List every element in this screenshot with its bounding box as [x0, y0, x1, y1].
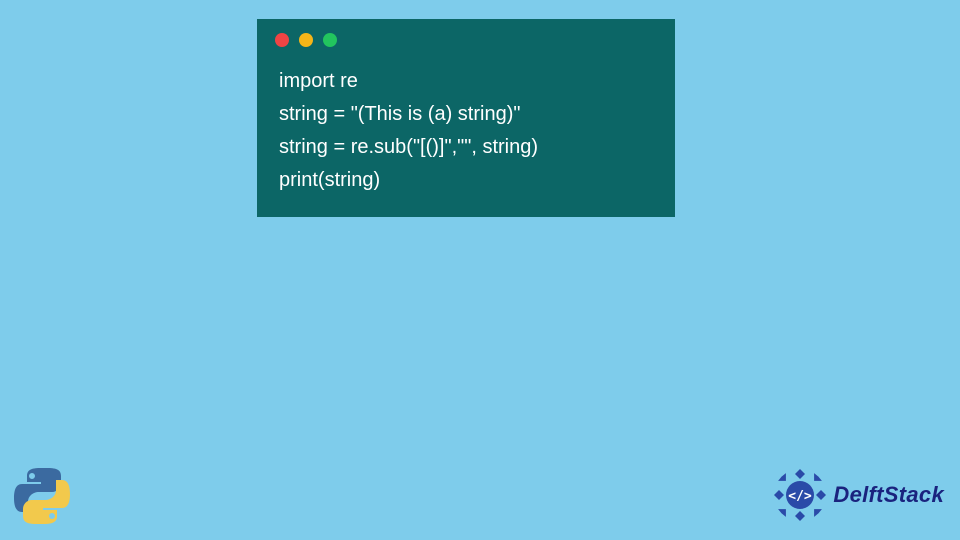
- maximize-icon: [323, 33, 337, 47]
- code-line: string = "(This is (a) string)": [279, 103, 520, 125]
- brand-name: DelftStack: [833, 482, 944, 508]
- code-line: print(string): [279, 169, 380, 191]
- code-line: string = re.sub("[()]","", string): [279, 136, 538, 158]
- code-window: import re string = "(This is (a) string)…: [257, 19, 675, 217]
- code-line: import re: [279, 70, 358, 92]
- delftstack-logo: </> DelftStack: [773, 468, 944, 522]
- code-tag-icon: </>: [773, 468, 827, 522]
- svg-text:</>: </>: [789, 489, 813, 504]
- code-block: import re string = "(This is (a) string)…: [257, 53, 675, 217]
- window-controls: [257, 19, 675, 53]
- minimize-icon: [299, 33, 313, 47]
- close-icon: [275, 33, 289, 47]
- python-logo-icon: [10, 464, 74, 528]
